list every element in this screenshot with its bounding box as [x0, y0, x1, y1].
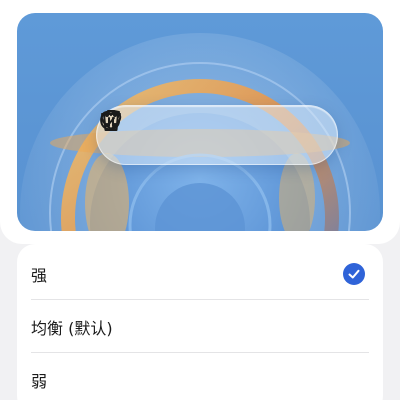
wallpaper-image	[17, 13, 383, 231]
option-strong[interactable]: 强	[17, 247, 383, 301]
option-balanced[interactable]: 均衡 (默认)	[17, 300, 383, 354]
delete-button[interactable]	[101, 110, 262, 153]
option-label: 强	[31, 266, 48, 285]
favorite-button[interactable]	[100, 111, 208, 153]
dots-grid-icon	[105, 113, 117, 127]
checkmark-icon	[343, 263, 365, 285]
option-label: 弱	[31, 372, 48, 391]
wallpaper-preview-card	[0, 0, 400, 244]
more-button[interactable]	[105, 113, 316, 153]
image-toolbar	[96, 105, 338, 165]
option-label: 均衡 (默认)	[31, 319, 113, 338]
option-weak[interactable]: 弱	[17, 353, 383, 400]
intensity-options-list: 强 均衡 (默认) 弱	[17, 244, 383, 400]
